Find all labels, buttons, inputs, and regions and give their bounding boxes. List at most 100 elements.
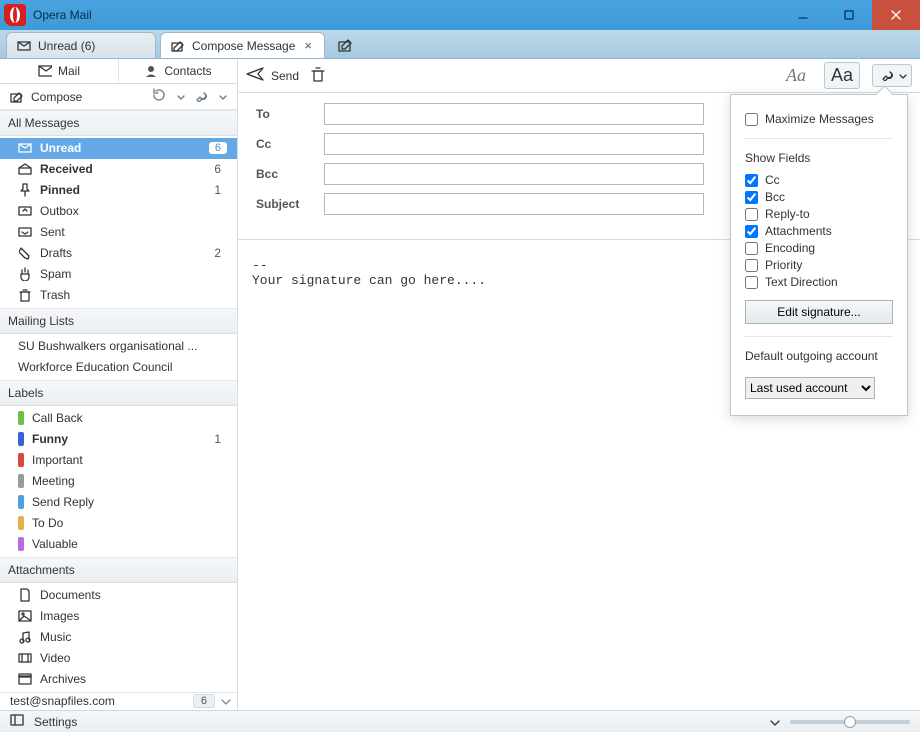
video-icon — [18, 653, 32, 663]
to-input[interactable] — [324, 103, 704, 125]
attachment-type-item[interactable]: Documents — [0, 585, 237, 606]
folder-label: Sent — [40, 225, 227, 239]
default-account-heading: Default outgoing account — [745, 349, 893, 363]
label-item[interactable]: Call Back — [0, 408, 237, 429]
wrench-icon[interactable] — [195, 88, 209, 105]
mail-open-icon — [18, 163, 32, 175]
folder-trash[interactable]: Trash — [0, 285, 237, 306]
tab-compose[interactable]: Compose Message × — [160, 32, 325, 58]
send-button[interactable]: Send — [246, 67, 299, 84]
chevron-down-icon[interactable] — [177, 90, 185, 104]
priority-checkbox[interactable] — [745, 259, 758, 272]
textdir-checkbox[interactable] — [745, 276, 758, 289]
font-style-serif-button[interactable]: Aa — [780, 63, 812, 88]
attachment-type-item[interactable]: Music — [0, 627, 237, 648]
bcc-input[interactable] — [324, 163, 704, 185]
label-item[interactable]: Funny1 — [0, 429, 237, 450]
maximize-messages-option[interactable]: Maximize Messages — [745, 112, 893, 126]
subject-input[interactable] — [324, 193, 704, 215]
zoom-slider[interactable] — [790, 720, 910, 724]
sidebar-tab-mail[interactable]: Mail — [0, 59, 118, 83]
folder-unread[interactable]: Unread 6 — [0, 138, 237, 159]
account-count: 6 — [193, 694, 215, 708]
mailing-list-item[interactable]: SU Bushwalkers organisational ... — [0, 336, 237, 357]
label-item[interactable]: To Do — [0, 513, 237, 534]
send-label: Send — [271, 69, 299, 83]
compose-icon — [171, 40, 185, 52]
cc-input[interactable] — [324, 133, 704, 155]
sidebar-tab-contacts[interactable]: Contacts — [118, 59, 237, 83]
settings-link[interactable]: Settings — [34, 715, 77, 729]
account-row[interactable]: test@snapfiles.com 6 — [0, 692, 237, 710]
cc-checkbox[interactable] — [745, 174, 758, 187]
attachments-checkbox[interactable] — [745, 225, 758, 238]
category-all-messages[interactable]: All Messages — [0, 110, 237, 136]
folder-label: Outbox — [40, 204, 227, 218]
label-item[interactable]: Meeting — [0, 471, 237, 492]
label-item[interactable]: Important — [0, 450, 237, 471]
folder-count: 6 — [214, 162, 227, 176]
label-color-icon — [18, 411, 24, 425]
folder-outbox[interactable]: Outbox — [0, 201, 237, 222]
opera-logo-icon — [4, 4, 26, 26]
category-attachments[interactable]: Attachments — [0, 557, 237, 583]
minimize-button[interactable] — [780, 0, 826, 30]
panel-toggle-icon[interactable] — [10, 714, 24, 729]
font-style-sans-button[interactable]: Aa — [824, 62, 860, 89]
att-label: Archives — [40, 672, 227, 686]
show-attachments-option[interactable]: Attachments — [745, 224, 893, 238]
attachment-type-item[interactable]: Images — [0, 606, 237, 627]
replyto-checkbox[interactable] — [745, 208, 758, 221]
edit-signature-button[interactable]: Edit signature... — [745, 300, 893, 324]
default-account-select[interactable]: Last used account — [745, 377, 875, 399]
maximize-button[interactable] — [826, 0, 872, 30]
music-icon — [18, 630, 32, 644]
compose-settings-button[interactable] — [872, 64, 912, 87]
show-bcc-option[interactable]: Bcc — [745, 190, 893, 204]
folder-drafts[interactable]: Drafts 2 — [0, 243, 237, 264]
show-priority-option[interactable]: Priority — [745, 258, 893, 272]
show-encoding-option[interactable]: Encoding — [745, 241, 893, 255]
label-item[interactable]: Valuable — [0, 534, 237, 555]
wrench-icon — [881, 67, 895, 84]
refresh-icon[interactable] — [151, 88, 167, 105]
new-compose-button[interactable] — [333, 32, 359, 58]
trash-button[interactable] — [311, 66, 325, 85]
category-labels[interactable]: Labels — [0, 380, 237, 406]
encoding-checkbox[interactable] — [745, 242, 758, 255]
tab-unread[interactable]: Unread (6) — [6, 32, 156, 58]
folder-label: Spam — [40, 267, 227, 281]
bcc-checkbox[interactable] — [745, 191, 758, 204]
label-item[interactable]: Send Reply — [0, 492, 237, 513]
chevron-down-icon — [221, 694, 231, 708]
image-icon — [18, 610, 32, 622]
attachment-type-item[interactable]: Archives — [0, 669, 237, 690]
mailing-list-item[interactable]: Workforce Education Council — [0, 357, 237, 378]
label-text: Meeting — [32, 474, 227, 488]
mail-icon — [38, 65, 52, 77]
compose-button[interactable]: Compose — [10, 90, 151, 104]
compose-area: Send Aa Aa To Cc Bcc Subject -- Your sig… — [238, 59, 920, 710]
folder-label: Unread — [40, 141, 201, 155]
folder-spam[interactable]: Spam — [0, 264, 237, 285]
maximize-checkbox[interactable] — [745, 113, 758, 126]
folder-count: 6 — [209, 142, 227, 154]
to-label: To — [256, 107, 324, 121]
show-replyto-option[interactable]: Reply-to — [745, 207, 893, 221]
sidebar-tab-label: Contacts — [164, 64, 211, 78]
close-button[interactable] — [872, 0, 920, 30]
show-textdir-option[interactable]: Text Direction — [745, 275, 893, 289]
tab-close-button[interactable]: × — [302, 39, 314, 52]
chevron-down-icon[interactable] — [219, 90, 227, 104]
folder-pinned[interactable]: Pinned 1 — [0, 180, 237, 201]
label-text: Funny — [32, 432, 206, 446]
drafts-icon — [18, 246, 32, 260]
bcc-label: Bcc — [256, 167, 324, 181]
chevron-down-icon[interactable] — [770, 715, 780, 729]
attachment-type-item[interactable]: Video — [0, 648, 237, 669]
sidebar-tab-label: Mail — [58, 64, 80, 78]
folder-received[interactable]: Received 6 — [0, 159, 237, 180]
show-cc-option[interactable]: Cc — [745, 173, 893, 187]
folder-sent[interactable]: Sent — [0, 222, 237, 243]
category-mailing-lists[interactable]: Mailing Lists — [0, 308, 237, 334]
